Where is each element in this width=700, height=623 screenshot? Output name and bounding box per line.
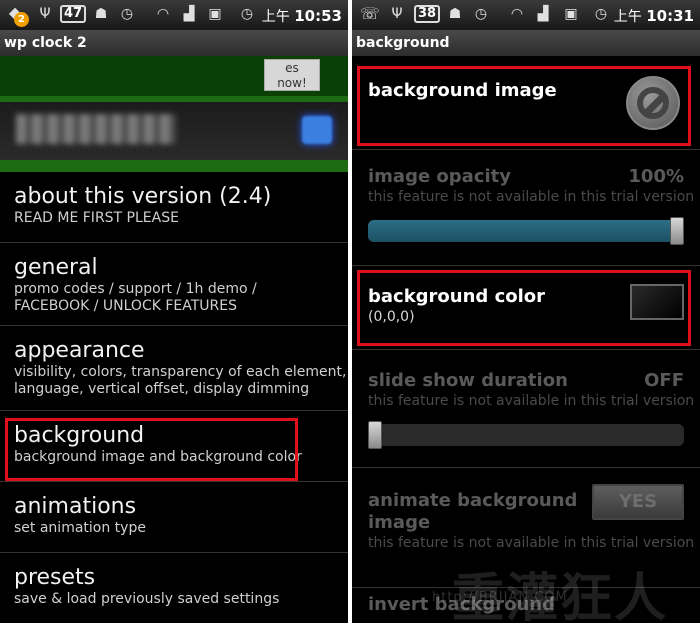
app-title: wp clock 2 [0,30,348,56]
status-bar: ◆ 2 Ψ 47 ☗ ◷ ◠ ▟ ▣ ◷ 上午 10:53 [0,0,348,30]
highlight-box-background [5,418,298,481]
settings-menu: about this version (2.4) READ ME FIRST P… [0,172,348,623]
slider-thumb[interactable] [670,217,684,245]
ad-app-icon [302,116,332,144]
slider-fill [368,220,684,242]
count-badge: 47 [60,5,87,23]
alarm-clock-icon: ◷ [240,6,254,22]
phone-icon: ☏ [360,4,381,23]
menu-item-animations[interactable]: animations set animation type [0,482,348,553]
alarm-icon: ◷ [474,6,488,22]
android-icon: ☗ [94,6,108,22]
battery-status-icon: ▣ [208,6,222,22]
opacity-slider[interactable] [368,217,684,245]
alarm-clock-icon: ◷ [594,6,608,22]
pref-subtitle: this feature is not available in this tr… [368,535,695,551]
status-clock: 上午 10:53 [261,7,342,25]
wifi-icon: ◠ [156,6,170,22]
menu-item-subtitle: save & load previously saved settings [14,591,280,607]
alarm-icon: ◷ [120,6,134,22]
highlight-box-background-color [357,270,691,346]
menu-item-subtitle: visibility, colors, transparency of each… [14,364,347,397]
status-clock: 上午 10:31 [613,7,694,25]
right-screen: ☏ Ψ 38 ☗ ◷ ◠ ▟ ▣ ◷ 上午 10:31 background b… [352,0,700,623]
ad-text-blurred [16,114,176,144]
menu-item-title: about this version (2.4) [14,184,272,209]
usb-icon: Ψ [39,6,51,22]
menu-item-title: appearance [14,338,145,363]
menu-item-subtitle: set animation type [14,520,146,536]
usb-icon: Ψ [391,6,403,22]
menu-item-title: animations [14,494,137,519]
wifi-icon: ◠ [510,6,524,22]
menu-item-about[interactable]: about this version (2.4) READ ME FIRST P… [0,172,348,243]
screen-title: background [352,30,700,56]
watermark-url: http://BRIIAN.COM [432,590,568,605]
battery-status-icon: ▣ [564,6,578,22]
menu-item-appearance[interactable]: appearance visibility, colors, transpare… [0,326,348,411]
signal-icon: ▟ [537,6,549,22]
highlight-box-background-image [357,66,691,146]
menu-item-title: presets [14,565,96,590]
pref-subtitle: this feature is not available in this tr… [368,393,695,409]
pref-title: animate background image [368,490,578,533]
menu-item-general[interactable]: general promo codes / support / 1h demo … [0,243,348,326]
slider-thumb[interactable] [368,421,382,449]
pref-subtitle: this feature is not available in this tr… [368,189,695,205]
menu-item-subtitle: promo codes / support / 1h demo / FACEBO… [14,281,257,314]
ad-bar [0,102,348,160]
pref-value: OFF [644,370,684,391]
pref-image-opacity[interactable]: image opacity 100% this feature is not a… [352,150,700,266]
menu-item-presets[interactable]: presets save & load previously saved set… [0,553,348,623]
signal-icon: ▟ [183,6,195,22]
notification-badge: 2 [14,12,29,27]
count-badge: 38 [414,5,441,23]
pref-value: 100% [628,166,684,187]
android-icon: ☗ [448,6,462,22]
left-screen: ◆ 2 Ψ 47 ☗ ◷ ◠ ▟ ▣ ◷ 上午 10:53 wp clock 2… [0,0,348,623]
ad-button[interactable]: es now! [264,59,320,91]
status-bar: ☏ Ψ 38 ☗ ◷ ◠ ▟ ▣ ◷ 上午 10:31 [352,0,700,30]
duration-slider[interactable] [368,421,684,449]
ad-banner[interactable]: es now! [0,56,348,172]
animate-toggle[interactable]: YES [592,484,684,520]
menu-item-title: general [14,255,98,280]
pref-slide-show-duration[interactable]: slide show duration OFF this feature is … [352,350,700,468]
menu-item-subtitle: READ ME FIRST PLEASE [14,210,179,226]
